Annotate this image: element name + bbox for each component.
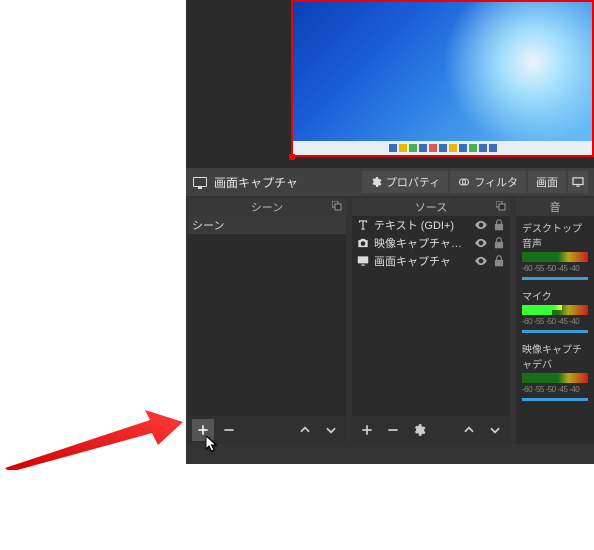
lock-icon[interactable] (492, 218, 506, 232)
chevron-down-icon (488, 423, 502, 437)
add-scene-button[interactable] (192, 419, 214, 441)
source-row[interactable]: 画面キャプチャ (352, 252, 510, 270)
lock-icon[interactable] (492, 254, 506, 268)
mixer-track: 映像キャプチャデバ -60 -55 -50 -45 -40 (516, 337, 594, 405)
screen-label: 画面 (536, 174, 558, 190)
scenes-header: シーン (188, 198, 346, 216)
source-row[interactable]: テキスト (GDI+) (352, 216, 510, 234)
scenes-tools (188, 416, 346, 444)
scene-row-label: シーン (192, 217, 342, 233)
add-source-button[interactable] (356, 419, 378, 441)
scenes-title: シーン (251, 199, 283, 215)
minus-icon (222, 423, 236, 437)
eye-icon[interactable] (474, 218, 488, 232)
properties-label: プロパティ (386, 174, 440, 190)
mixer-track-label: マイク (522, 288, 588, 303)
status-title: 画面キャプチャ (214, 174, 298, 191)
remove-scene-button[interactable] (218, 419, 240, 441)
source-down-button[interactable] (484, 419, 506, 441)
filter-button[interactable]: フィルタ (450, 171, 526, 193)
sources-tools (352, 416, 510, 444)
mixer-track-label: 映像キャプチャデバ (522, 341, 588, 371)
plus-icon (360, 423, 374, 437)
plus-icon (196, 423, 210, 437)
source-row-label: 画面キャプチャ (374, 253, 470, 269)
camera-icon (356, 236, 370, 250)
annotation-arrow (0, 400, 185, 470)
eye-icon[interactable] (474, 236, 488, 250)
scenes-list: シーン (188, 216, 346, 416)
mixer-track-label: デスクトップ音声 (522, 220, 588, 250)
source-row-label: テキスト (GDI+) (374, 217, 470, 233)
mixer-track: マイク -60 -55 -50 -45 -40 (516, 284, 594, 337)
sources-panel: ソース テキスト (GDI+) 映像キャプチャデバ (352, 198, 510, 444)
mixer-list: デスクトップ音声 -60 -55 -50 -45 -40 マイク -60 -55… (516, 216, 594, 444)
scene-row[interactable]: シーン (188, 216, 346, 234)
audio-scale: -60 -55 -50 -45 -40 (522, 385, 588, 394)
audio-scale: -60 -55 -50 -45 -40 (522, 317, 588, 326)
chevron-down-icon (324, 423, 338, 437)
audio-meter (522, 373, 588, 383)
sources-title: ソース (415, 199, 447, 215)
monitor-icon (192, 176, 208, 188)
scenes-panel: シーン シーン (188, 198, 346, 444)
volume-slider[interactable] (522, 398, 588, 401)
bottom-strip (186, 444, 594, 464)
lock-icon[interactable] (492, 236, 506, 250)
eye-icon[interactable] (474, 254, 488, 268)
audio-meter (522, 305, 588, 315)
volume-slider[interactable] (522, 330, 588, 333)
remove-source-button[interactable] (382, 419, 404, 441)
volume-slider[interactable] (522, 277, 588, 280)
gear-icon (412, 423, 426, 437)
preview-area (186, 0, 594, 168)
minus-icon (386, 423, 400, 437)
right-buttons: プロパティ フィルタ 画面 (362, 171, 588, 193)
more-button[interactable] (568, 171, 588, 193)
monitor-icon (356, 254, 370, 268)
scene-down-button[interactable] (320, 419, 342, 441)
properties-button[interactable]: プロパティ (362, 171, 448, 193)
status-bar: 画面キャプチャ プロパティ フィルタ 画面 (186, 168, 594, 196)
sources-header: ソース (352, 198, 510, 216)
screen-button[interactable]: 画面 (528, 171, 566, 193)
filter-icon (458, 176, 470, 188)
chevron-up-icon (298, 423, 312, 437)
preview-frame[interactable] (291, 0, 594, 157)
mixer-header: 音 (516, 198, 594, 216)
resize-handle[interactable] (289, 154, 295, 160)
source-settings-button[interactable] (408, 419, 430, 441)
mixer-panel: 音 デスクトップ音声 -60 -55 -50 -45 -40 マイク -60 -… (516, 198, 594, 444)
source-row[interactable]: 映像キャプチャデバ (352, 234, 510, 252)
audio-scale: -60 -55 -50 -45 -40 (522, 264, 588, 273)
mixer-track: デスクトップ音声 -60 -55 -50 -45 -40 (516, 216, 594, 284)
source-row-label: 映像キャプチャデバ (374, 235, 470, 251)
sources-list: テキスト (GDI+) 映像キャプチャデバ 画面キャプチャ (352, 216, 510, 416)
filter-label: フィルタ (474, 174, 518, 190)
text-icon (356, 218, 370, 232)
scene-up-button[interactable] (294, 419, 316, 441)
panels: シーン シーン ソース (186, 196, 594, 444)
mixer-title: 音 (550, 199, 561, 215)
audio-meter (522, 252, 588, 262)
monitor-small-icon (572, 177, 584, 187)
dock-icon[interactable] (332, 201, 342, 211)
preview-taskbar (293, 141, 592, 155)
gear-icon (370, 176, 382, 188)
chevron-up-icon (462, 423, 476, 437)
obs-app: 画面キャプチャ プロパティ フィルタ 画面 シーン (186, 0, 594, 464)
source-up-button[interactable] (458, 419, 480, 441)
dock-icon[interactable] (496, 201, 506, 211)
wallpaper-bloom (443, 0, 594, 152)
